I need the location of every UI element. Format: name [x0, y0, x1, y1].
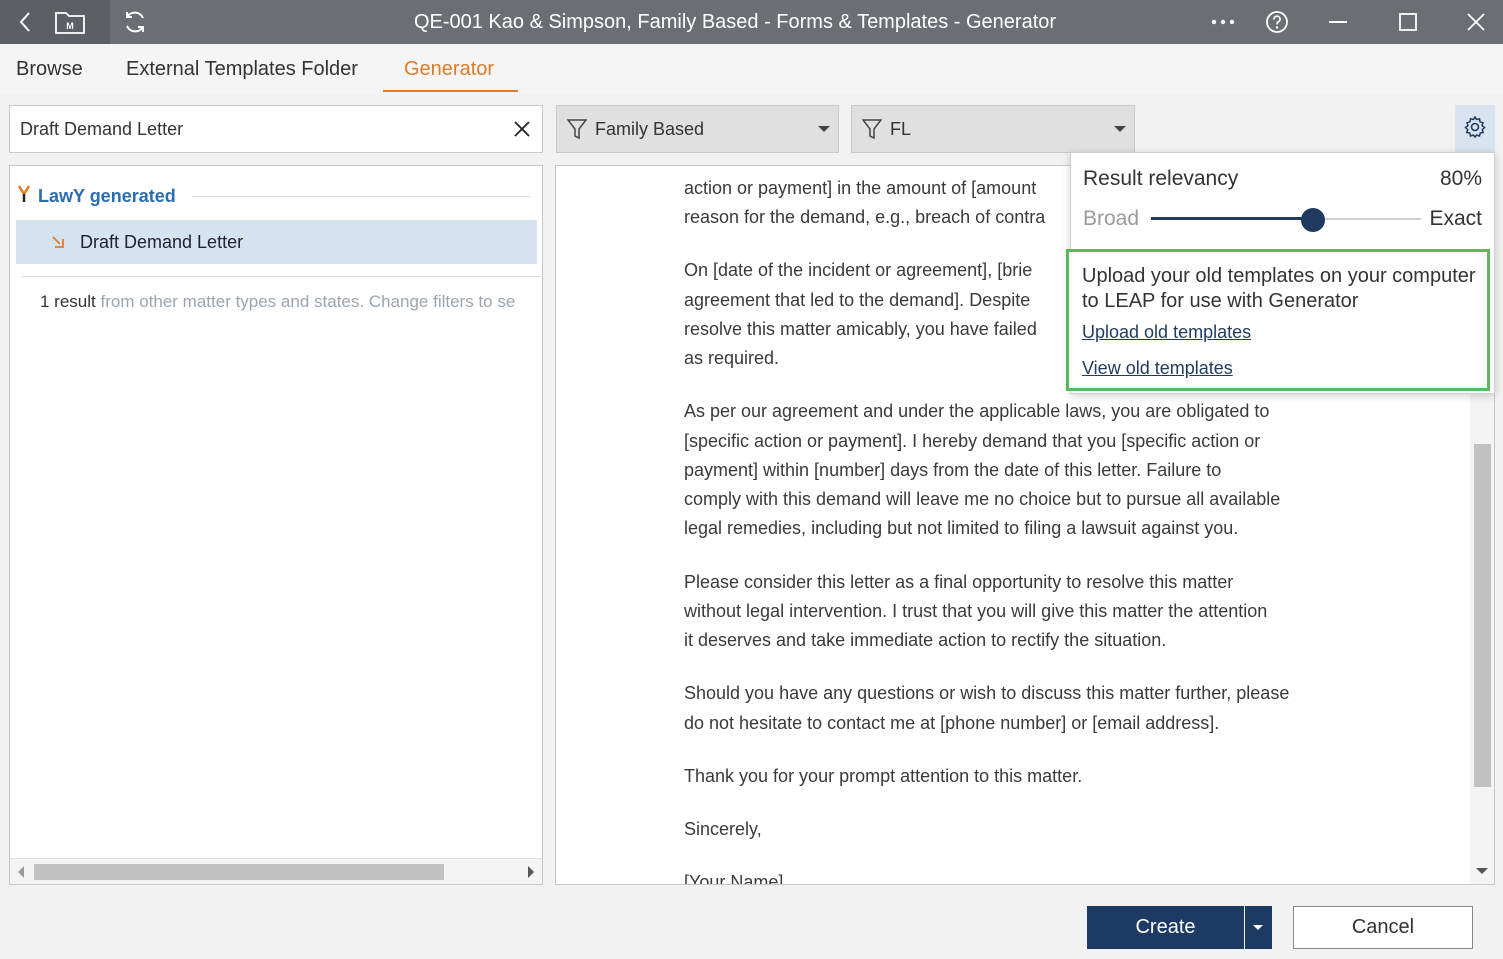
- generated-template-icon: [50, 234, 66, 255]
- tab-generator[interactable]: Generator: [404, 44, 494, 94]
- state-filter-label: FL: [890, 119, 912, 139]
- scroll-down-icon[interactable]: [1476, 868, 1488, 874]
- matter-type-filter-label: Family Based: [595, 119, 705, 139]
- scrollbar-thumb[interactable]: [1474, 444, 1491, 787]
- matter-folder-icon[interactable]: M: [50, 0, 90, 44]
- maximize-icon[interactable]: [1393, 0, 1423, 44]
- scroll-left-icon[interactable]: [18, 866, 24, 878]
- back-icon[interactable]: [10, 0, 40, 44]
- document-line: it deserves and take immediate action to…: [684, 630, 1167, 650]
- settings-button[interactable]: [1455, 105, 1495, 153]
- result-filter-hint: from other matter types and states. Chan…: [100, 292, 516, 311]
- document-line: [Your Name]: [684, 872, 784, 885]
- filter-icon: [566, 118, 588, 145]
- group-divider: [192, 196, 530, 197]
- relevancy-value: 80%: [1439, 167, 1482, 190]
- relevancy-slider-fill: [1151, 217, 1313, 220]
- document-line: Thank you for your prompt attention to t…: [684, 766, 1083, 786]
- svg-text:M: M: [66, 21, 74, 31]
- search-input[interactable]: [20, 106, 500, 152]
- document-line: Sincerely,: [684, 819, 762, 839]
- document-line: payment] within [number] days from the d…: [684, 460, 1222, 480]
- document-line: [specific action or payment]. I hereby d…: [684, 431, 1261, 451]
- tab-bar: Browse External Templates Folder Generat…: [0, 44, 1503, 94]
- result-count-text: 1 result from other matter types and sta…: [40, 292, 515, 312]
- refresh-icon[interactable]: [118, 0, 152, 44]
- document-line: As per our agreement and under the appli…: [684, 401, 1270, 421]
- scroll-right-icon[interactable]: [528, 866, 534, 878]
- tab-browse[interactable]: Browse: [16, 44, 83, 94]
- active-tab-indicator: [383, 90, 518, 92]
- view-old-templates-link[interactable]: View old templates: [1082, 358, 1233, 379]
- result-item-label: Draft Demand Letter: [80, 232, 244, 252]
- help-icon[interactable]: [1262, 0, 1292, 44]
- tab-external-templates-folder[interactable]: External Templates Folder: [126, 44, 358, 94]
- clear-search-icon[interactable]: [510, 117, 534, 141]
- create-options-button[interactable]: [1245, 906, 1272, 949]
- slider-min-label: Broad: [1083, 207, 1140, 230]
- more-options-icon[interactable]: [1206, 0, 1240, 44]
- horizontal-scrollbar[interactable]: [10, 858, 542, 884]
- cancel-button[interactable]: Cancel: [1293, 906, 1473, 949]
- matter-type-filter[interactable]: Family Based: [556, 105, 839, 153]
- chevron-down-icon: [818, 126, 830, 132]
- search-box: [9, 105, 543, 153]
- document-line: Should you have any questions or wish to…: [684, 683, 1290, 703]
- title-bar: M QE-001 Kao & Simpson, Family Based - F…: [0, 0, 1503, 44]
- relevancy-slider-handle[interactable]: [1301, 208, 1325, 232]
- document-line: do not hesitate to contact me at [phone …: [684, 713, 1220, 733]
- relevancy-title: Result relevancy: [1083, 167, 1239, 190]
- scrollbar-thumb[interactable]: [34, 864, 444, 880]
- upload-templates-callout: Upload your old templates on your comput…: [1066, 249, 1490, 391]
- result-item[interactable]: Draft Demand Letter: [16, 220, 537, 264]
- results-panel: LawY generated Draft Demand Letter 1 res…: [9, 165, 543, 885]
- document-line: legal remedies, including but not limite…: [684, 518, 1239, 538]
- gear-icon: [1463, 115, 1487, 144]
- results-group-label: LawY generated: [38, 185, 176, 206]
- document-line: without legal intervention. I trust that…: [684, 601, 1268, 621]
- chevron-down-icon: [1114, 126, 1126, 132]
- document-line: Please consider this letter as a final o…: [684, 572, 1234, 592]
- upload-templates-text: Upload your old templates on your comput…: [1082, 265, 1476, 312]
- results-divider: [22, 276, 542, 277]
- close-window-icon[interactable]: [1461, 0, 1491, 44]
- state-filter[interactable]: FL: [851, 105, 1135, 153]
- filter-icon: [861, 118, 883, 145]
- results-group-header: LawY generated: [17, 184, 176, 208]
- lawy-logo-icon: [17, 184, 31, 208]
- result-count: 1 result: [40, 292, 96, 311]
- minimize-icon[interactable]: [1323, 0, 1353, 44]
- document-line: comply with this demand will leave me no…: [684, 489, 1281, 509]
- chevron-down-icon: [1253, 925, 1263, 930]
- upload-old-templates-link[interactable]: Upload old templates: [1082, 322, 1251, 343]
- relevancy-popover: Result relevancy 80% Broad Exact Upload …: [1066, 152, 1495, 394]
- slider-max-label: Exact: [1429, 207, 1482, 230]
- window-title: QE-001 Kao & Simpson, Family Based - For…: [413, 11, 1057, 33]
- create-button[interactable]: Create: [1087, 906, 1244, 949]
